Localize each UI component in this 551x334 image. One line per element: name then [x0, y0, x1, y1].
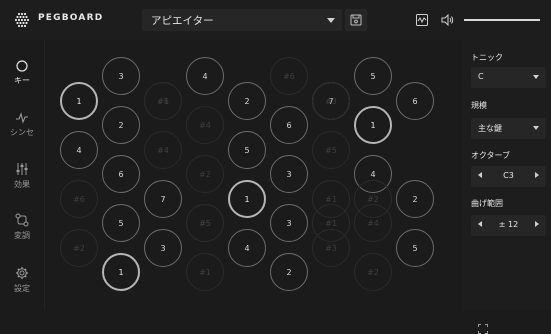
sidebar-item-keys[interactable]: キー	[0, 60, 44, 86]
pad[interactable]: 5	[102, 204, 140, 242]
routing-icon	[15, 213, 29, 227]
app-brand: PEGBOARD	[38, 13, 104, 23]
speaker-icon[interactable]	[441, 14, 455, 26]
tonic-label: トニック	[471, 53, 503, 62]
pad[interactable]: #6	[60, 180, 98, 218]
sidebar: キー シンセ 効果 変調 設定	[0, 40, 45, 310]
sidebar-item-effects[interactable]: 効果	[0, 162, 44, 190]
pad[interactable]: 5	[396, 229, 434, 267]
pad[interactable]: #6	[144, 82, 182, 120]
octave-increment-icon[interactable]	[535, 172, 539, 178]
pad[interactable]: #2	[186, 155, 224, 193]
pad-grid: 1 3 4 #1 2 #4 6 #6 7 #2 1 5 3 4 #4 5 #5 …	[44, 40, 488, 334]
pad[interactable]: #3	[312, 82, 350, 120]
octave-stepper[interactable]: C3	[471, 166, 546, 187]
pad[interactable]: 2	[102, 106, 140, 144]
sidebar-item-settings[interactable]: 設定	[0, 266, 44, 294]
scale-label: 規模	[471, 101, 487, 110]
pegboard-logo-icon	[14, 12, 30, 28]
pad[interactable]: #2	[354, 253, 392, 291]
bend-increment-icon[interactable]	[535, 221, 539, 227]
pad[interactable]: 2	[396, 180, 434, 218]
pad[interactable]: 3	[144, 229, 182, 267]
pad[interactable]: 4	[228, 229, 266, 267]
pad[interactable]: #4	[186, 106, 224, 144]
pad[interactable]: #6	[270, 57, 308, 95]
pad[interactable]: 3	[102, 57, 140, 95]
pad[interactable]: 1	[102, 253, 140, 291]
pad[interactable]: 6	[270, 106, 308, 144]
tonic-select[interactable]: C	[471, 67, 546, 88]
pad[interactable]: 7	[144, 180, 182, 218]
sliders-icon	[16, 163, 28, 175]
pad[interactable]: 2	[270, 253, 308, 291]
pad[interactable]: #2	[354, 180, 392, 218]
circle-icon	[16, 60, 28, 72]
pad[interactable]: #1	[186, 253, 224, 291]
octave-label: オクターブ	[471, 151, 511, 160]
sidebar-item-label: キー	[14, 76, 30, 85]
tonic-value: C	[478, 72, 484, 81]
pad[interactable]: 2	[228, 82, 266, 120]
pad[interactable]: #5	[186, 204, 224, 242]
sidebar-item-label: 変調	[14, 231, 30, 240]
pad[interactable]: #1	[312, 204, 350, 242]
bend-range-stepper[interactable]: ± 12	[471, 215, 546, 236]
instrument-select[interactable]: アピエイター	[142, 9, 342, 31]
gear-icon	[16, 267, 28, 279]
sidebar-item-label: シンセ	[10, 128, 34, 137]
waveform-icon	[16, 112, 28, 124]
scale-value: 主な鍵	[478, 124, 502, 133]
pad[interactable]: 1	[228, 180, 266, 218]
top-bar: PEGBOARD アピエイター	[0, 0, 551, 40]
chevron-down-icon	[533, 126, 539, 130]
pad[interactable]: #5	[312, 131, 350, 169]
pad[interactable]: 3	[270, 155, 308, 193]
pad[interactable]: 4	[60, 131, 98, 169]
sidebar-item-label: 設定	[14, 284, 30, 293]
volume-slider[interactable]	[464, 19, 540, 21]
save-preset-button[interactable]	[345, 9, 367, 31]
sidebar-item-modulation[interactable]: 変調	[0, 213, 44, 241]
sidebar-item-label: 効果	[14, 180, 30, 189]
chevron-down-icon	[327, 18, 335, 23]
pad[interactable]: 4	[186, 57, 224, 95]
pad[interactable]: 6	[102, 155, 140, 193]
bend-range-label: 曲げ範囲	[471, 199, 503, 208]
fullscreen-icon[interactable]	[478, 324, 488, 334]
pad[interactable]: 1	[60, 82, 98, 120]
instrument-name: アピエイター	[151, 15, 214, 27]
pad[interactable]: 5	[228, 131, 266, 169]
pad[interactable]: 5	[354, 57, 392, 95]
oscilloscope-icon[interactable]	[416, 14, 428, 26]
pad[interactable]: #4	[144, 131, 182, 169]
save-icon	[350, 14, 362, 26]
pad[interactable]: 6	[396, 82, 434, 120]
pad[interactable]: 3	[270, 204, 308, 242]
chevron-down-icon	[533, 75, 539, 79]
sidebar-item-synth[interactable]: シンセ	[0, 112, 44, 138]
pad[interactable]: #2	[60, 229, 98, 267]
scale-select[interactable]: 主な鍵	[471, 118, 546, 139]
pad[interactable]: 1	[354, 106, 392, 144]
control-panel: トニック C 規模 主な鍵 オクターブ C3 曲げ範囲 ± 12	[462, 40, 551, 310]
